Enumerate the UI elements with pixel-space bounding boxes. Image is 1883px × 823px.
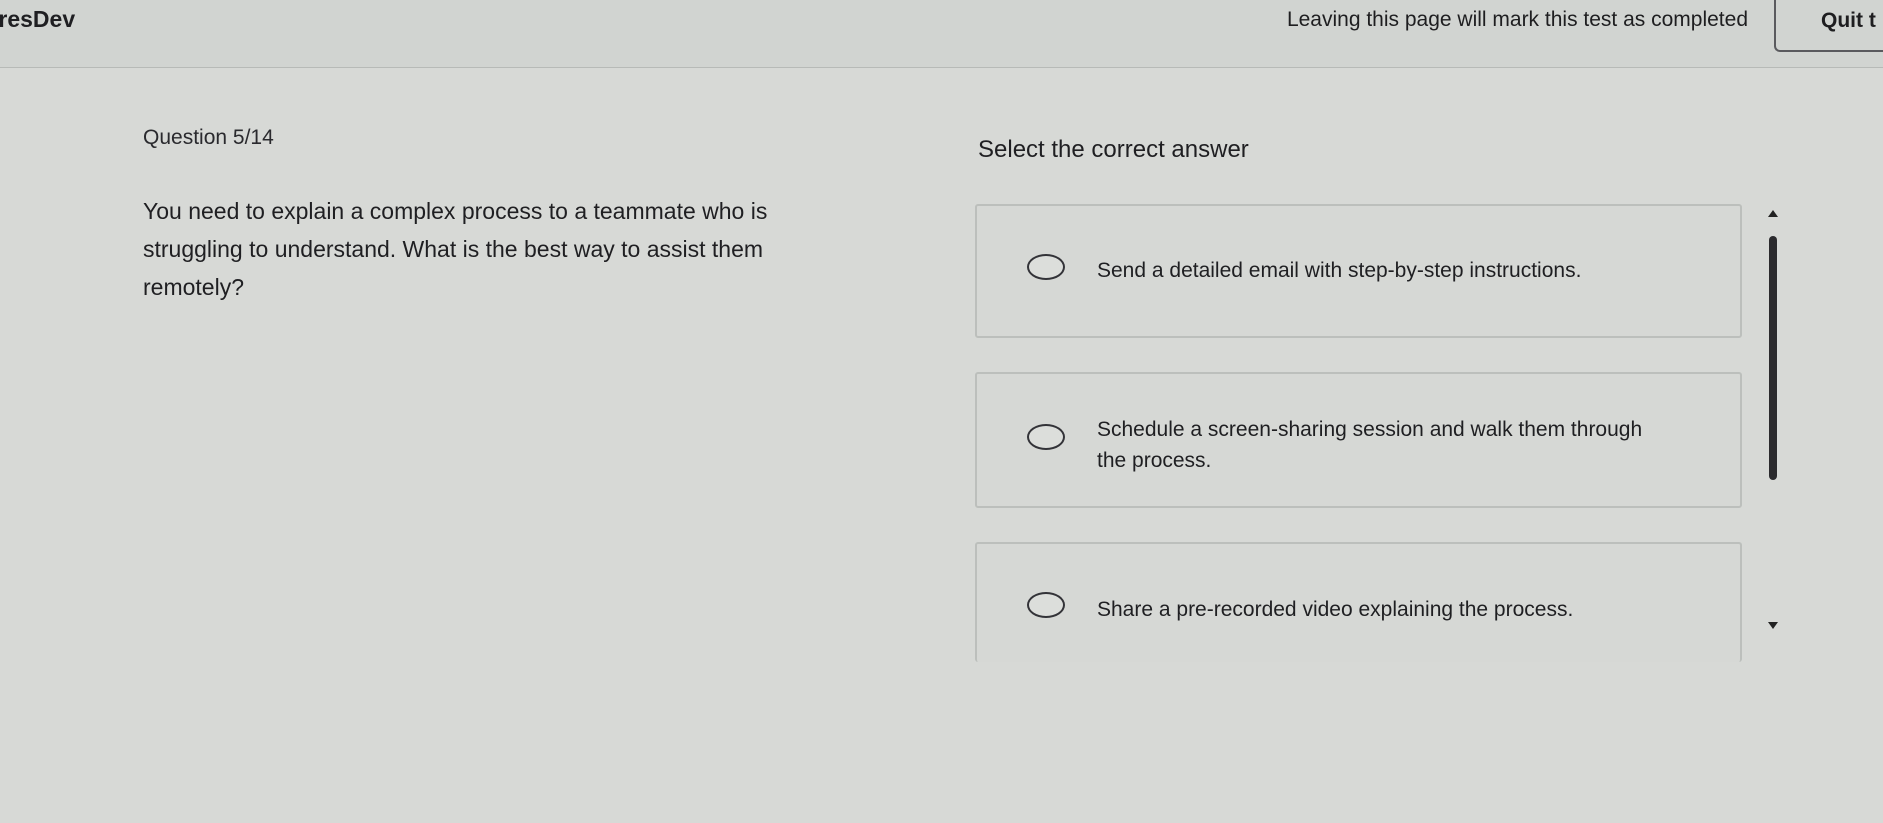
- quit-test-button[interactable]: Quit t: [1821, 9, 1876, 33]
- radio-button-icon[interactable]: [1027, 592, 1065, 618]
- test-page: iresDev Leaving this page will mark this…: [0, 0, 1883, 823]
- scrollbar-thumb[interactable]: [1769, 236, 1777, 480]
- answer-option-1[interactable]: Send a detailed email with step-by-step …: [975, 204, 1742, 338]
- answer-option-label: Share a pre-recorded video explaining th…: [1097, 598, 1574, 621]
- leave-warning-text: Leaving this page will mark this test as…: [1286, 8, 1748, 31]
- top-bar: iresDev Leaving this page will mark this…: [0, 0, 1883, 68]
- scroll-up-arrow-icon[interactable]: [1768, 210, 1778, 217]
- options-scrollbar[interactable]: [1760, 210, 1786, 640]
- brand-logo-text: iresDev: [0, 6, 76, 32]
- question-counter: Question 5/14: [143, 126, 274, 149]
- answer-instruction: Select the correct answer: [978, 136, 1249, 163]
- answer-option-label: Schedule a screen-sharing session and wa…: [1097, 418, 1643, 472]
- radio-button-icon[interactable]: [1027, 424, 1065, 450]
- answer-option-2[interactable]: Schedule a screen-sharing session and wa…: [975, 372, 1742, 508]
- question-text: You need to explain a complex process to…: [143, 198, 768, 300]
- scroll-down-arrow-icon[interactable]: [1768, 622, 1778, 629]
- radio-button-icon[interactable]: [1027, 254, 1065, 280]
- answer-option-label: Send a detailed email with step-by-step …: [1097, 259, 1582, 282]
- answer-option-3[interactable]: Share a pre-recorded video explaining th…: [975, 542, 1742, 662]
